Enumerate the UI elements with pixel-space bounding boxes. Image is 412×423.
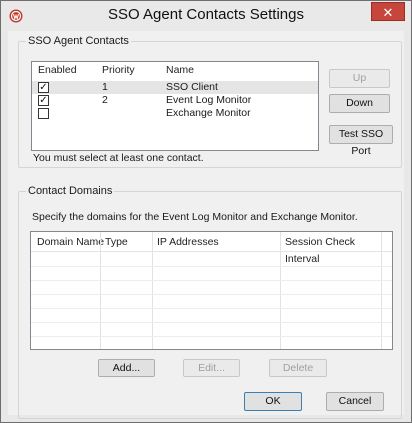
delete-domain-button[interactable]: Delete <box>269 359 327 377</box>
dialog-client-area: SSO Agent Contacts Enabled Priority Name… <box>8 31 404 419</box>
domains-table[interactable]: Domain Name Type IP Addresses Session Ch… <box>30 231 393 350</box>
column-header-type[interactable]: Type <box>105 234 128 252</box>
column-header-enabled[interactable]: Enabled <box>38 62 77 80</box>
enabled-checkbox[interactable]: ✓ <box>38 95 49 106</box>
close-button[interactable]: ✕ <box>371 2 405 21</box>
name-cell: Exchange Monitor <box>166 107 251 119</box>
priority-cell: 1 <box>102 81 108 93</box>
row-divider <box>31 280 392 281</box>
edit-domain-button[interactable]: Edit... <box>183 359 240 377</box>
enabled-checkbox[interactable] <box>38 108 49 119</box>
close-icon: ✕ <box>382 5 394 20</box>
column-header-session-check-interval[interactable]: Session Check Interval <box>285 234 392 265</box>
contact-row-exchange-monitor[interactable]: Exchange Monitor <box>32 107 318 120</box>
enabled-checkbox[interactable]: ✓ <box>38 82 49 93</box>
column-header-domain-name[interactable]: Domain Name <box>37 234 104 252</box>
column-divider <box>100 232 101 349</box>
row-divider <box>31 266 392 267</box>
test-sso-port-button[interactable]: Test SSO Port <box>329 125 393 157</box>
column-divider <box>381 232 382 349</box>
contact-row-event-log-monitor[interactable]: ✓ 2 Event Log Monitor <box>32 94 318 107</box>
contacts-list[interactable]: Enabled Priority Name ✓ 1 SSO Client ✓ 2… <box>31 61 319 151</box>
name-cell: SSO Client <box>166 81 218 93</box>
contact-domains-description: Specify the domains for the Event Log Mo… <box>32 211 358 223</box>
contact-domains-legend: Contact Domains <box>28 185 113 197</box>
contact-row-sso-client[interactable]: ✓ 1 SSO Client <box>32 81 318 94</box>
cancel-button[interactable]: Cancel <box>326 392 384 411</box>
header-divider <box>31 251 392 252</box>
row-divider <box>31 336 392 337</box>
add-domain-button[interactable]: Add... <box>98 359 155 377</box>
dialog-window: SSO Agent Contacts Settings ✕ SSO Agent … <box>0 0 412 423</box>
column-divider <box>152 232 153 349</box>
column-divider <box>280 232 281 349</box>
column-header-priority[interactable]: Priority <box>102 62 135 80</box>
sso-agent-contacts-legend: SSO Agent Contacts <box>28 35 129 47</box>
title-bar[interactable]: SSO Agent Contacts Settings ✕ <box>1 1 411 31</box>
priority-cell: 2 <box>102 94 108 106</box>
down-button[interactable]: Down <box>329 94 390 113</box>
ok-button[interactable]: OK <box>244 392 302 411</box>
row-divider <box>31 308 392 309</box>
row-divider <box>31 322 392 323</box>
contacts-note: You must select at least one contact. <box>33 152 204 164</box>
name-cell: Event Log Monitor <box>166 94 252 106</box>
window-title: SSO Agent Contacts Settings <box>108 6 304 23</box>
row-divider <box>31 294 392 295</box>
up-button[interactable]: Up <box>329 69 390 88</box>
column-header-name[interactable]: Name <box>166 62 194 80</box>
column-header-ip-addresses[interactable]: IP Addresses <box>157 234 219 252</box>
